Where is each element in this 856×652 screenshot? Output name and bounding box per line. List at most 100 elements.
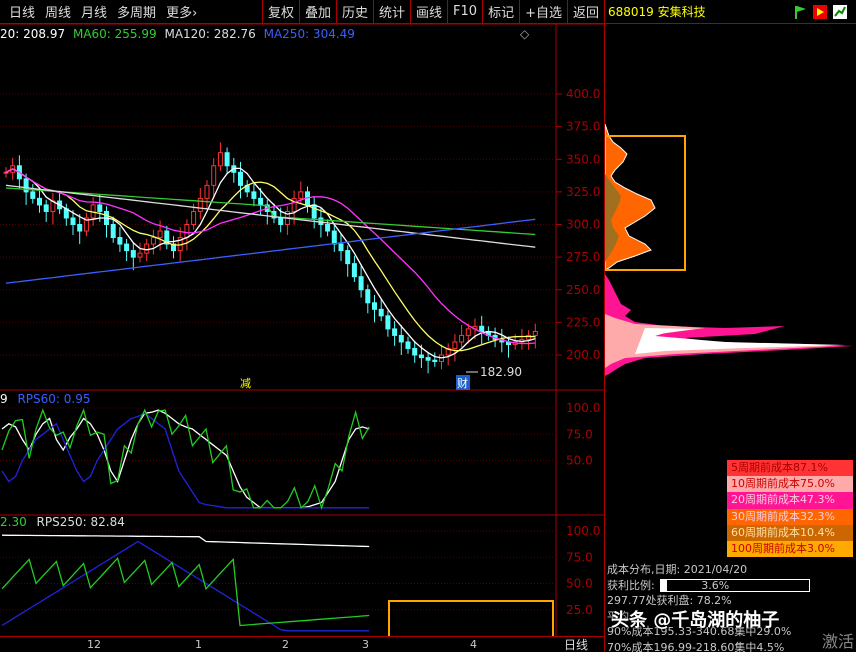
period-tab-3[interactable]: 多周期 [112,0,161,23]
rps60-a: 9 [0,392,8,406]
period-tabs: 日线 周线 月线 多周期 更多› [0,0,202,23]
y-tick-label: 350.0 [566,152,600,166]
rps60-label: RPS60: 0.95 [17,392,91,406]
stock-header: 688019 安集科技 [604,0,856,24]
candle-body [425,357,431,361]
y-tick-label: 100.0 [566,524,600,538]
candle-body [365,289,371,304]
candle-body [217,152,223,167]
toolbar-button-1[interactable]: 叠加 [298,0,336,23]
candle-body [311,204,317,219]
candle-body [325,224,331,232]
toolbar-button-6[interactable]: 标记 [482,0,519,23]
period-tab-4[interactable]: 更多› [161,0,202,23]
candle-body [318,217,324,226]
candle-body [418,354,424,359]
candle-body [372,302,377,310]
toolbar-button-7[interactable]: +自选 [519,0,567,23]
month-4: 4 [470,638,477,651]
y-tick-label: 200.0 [566,348,600,362]
candle-body [37,197,42,206]
candle-body [137,252,143,258]
candle-body [459,334,465,343]
candle-body [351,263,357,278]
y-tick-label: 25.0 [566,603,593,617]
candle-body [197,197,203,212]
candle-body [331,230,337,245]
month-3: 3 [362,638,369,651]
y-tick-label: 275.0 [566,250,600,264]
candle-body [452,341,458,349]
rps60-legend: 9 RPS60: 0.95 [0,392,91,406]
ma5-line [5,167,536,359]
cost-distribution-panel [556,24,856,652]
rps250-white-line [1,534,370,548]
candle-body [338,243,344,252]
stats-date: 成本分布,日期: 2021/04/20 [607,563,748,576]
low-price-label: 182.90 [480,365,522,379]
month-1: 1 [195,638,202,651]
period-tab-0[interactable]: 日线 [4,0,40,23]
candle-body [258,197,264,206]
candle-body [385,315,391,330]
cost-legend-row: 100周期前成本3.0% [727,540,853,558]
candle-body [124,243,130,252]
profit-ratio-bar: 3.6% [660,579,811,592]
candle-body [224,152,230,167]
toolbar-actions: 复权 叠加 历史 统计 画线 F10 标记 +自选 返回 [261,0,604,23]
candle-body [204,184,210,199]
ma60-value: MA60: 255.99 [72,27,157,41]
candle-body [191,210,197,225]
rps250-a: 2.30 [0,515,27,529]
highlight-box-rps [388,600,554,640]
candle-body [378,308,384,317]
y-tick-label: 250.0 [566,283,600,297]
ma-a-value: 20: 208.97 [0,27,66,41]
y-tick-label: 100.0 [566,401,600,415]
toolbar-button-3[interactable]: 统计 [373,0,410,23]
candle-body [30,191,36,199]
candle-body [238,171,243,186]
settings-diamond-icon[interactable]: ◇ [520,27,529,41]
toolbar-button-8[interactable]: 返回 [566,0,604,23]
y-tick-label: 75.0 [566,550,593,564]
toolbar-button-0[interactable]: 复权 [261,0,299,23]
y-tick-label: 325.0 [566,185,600,199]
toolbar-button-5[interactable]: F10 [447,0,482,23]
candle-body [405,341,411,349]
candle-body [479,325,485,333]
candle-body [251,191,257,199]
candle-body [532,331,538,336]
candle-body [150,237,156,245]
ma-legend: 20: 208.97 MA60: 255.99 MA120: 282.76 MA… [0,27,355,41]
profit-ratio-fill [661,580,667,591]
kline-chart[interactable]: 减 财 182.90 400.0 375.0 350.0 325.0 300.0 275.… [0,23,604,640]
chart-area[interactable]: 减 财 182.90 400.0 375.0 350.0 325.0 300.0 275.… [0,23,604,640]
flag-icon[interactable] [792,4,808,20]
chart-icon[interactable] [832,4,848,20]
y-tick-label: 225.0 [566,315,600,329]
cost-legend-row: 20周期前成本47.3% [727,492,853,509]
profit-ratio-value: 3.6% [701,579,730,592]
toolbar-button-4[interactable]: 画线 [410,0,447,23]
play-icon[interactable] [812,4,828,20]
period-tab-1[interactable]: 周线 [40,0,76,23]
finance-marker: 财 [457,376,468,390]
candle-body [130,250,136,258]
candle-body [70,217,76,226]
candle-body [465,328,471,336]
rps250-legend: 2.30 RPS250: 82.84 [0,515,125,529]
ma120-value: MA120: 282.76 [164,27,256,41]
candle-body [432,359,438,363]
candle-body [412,347,418,356]
rps250-label: RPS250: 82.84 [36,515,125,529]
candle-body [144,243,150,254]
month-2: 2 [282,638,289,651]
period-indicator[interactable]: 日线 [556,637,604,652]
cost-legend-row: 60周期前成本10.4% [727,524,853,541]
period-tab-2[interactable]: 月线 [76,0,112,23]
candle-body [110,224,116,239]
watermark-text: 头条 @千岛湖的柚子 [611,610,780,631]
cost-legend: 5周期前成本87.1% 10周期前成本75.0% 20周期前成本47.3% 30周期前… [727,460,853,558]
toolbar-button-2[interactable]: 历史 [335,0,373,23]
